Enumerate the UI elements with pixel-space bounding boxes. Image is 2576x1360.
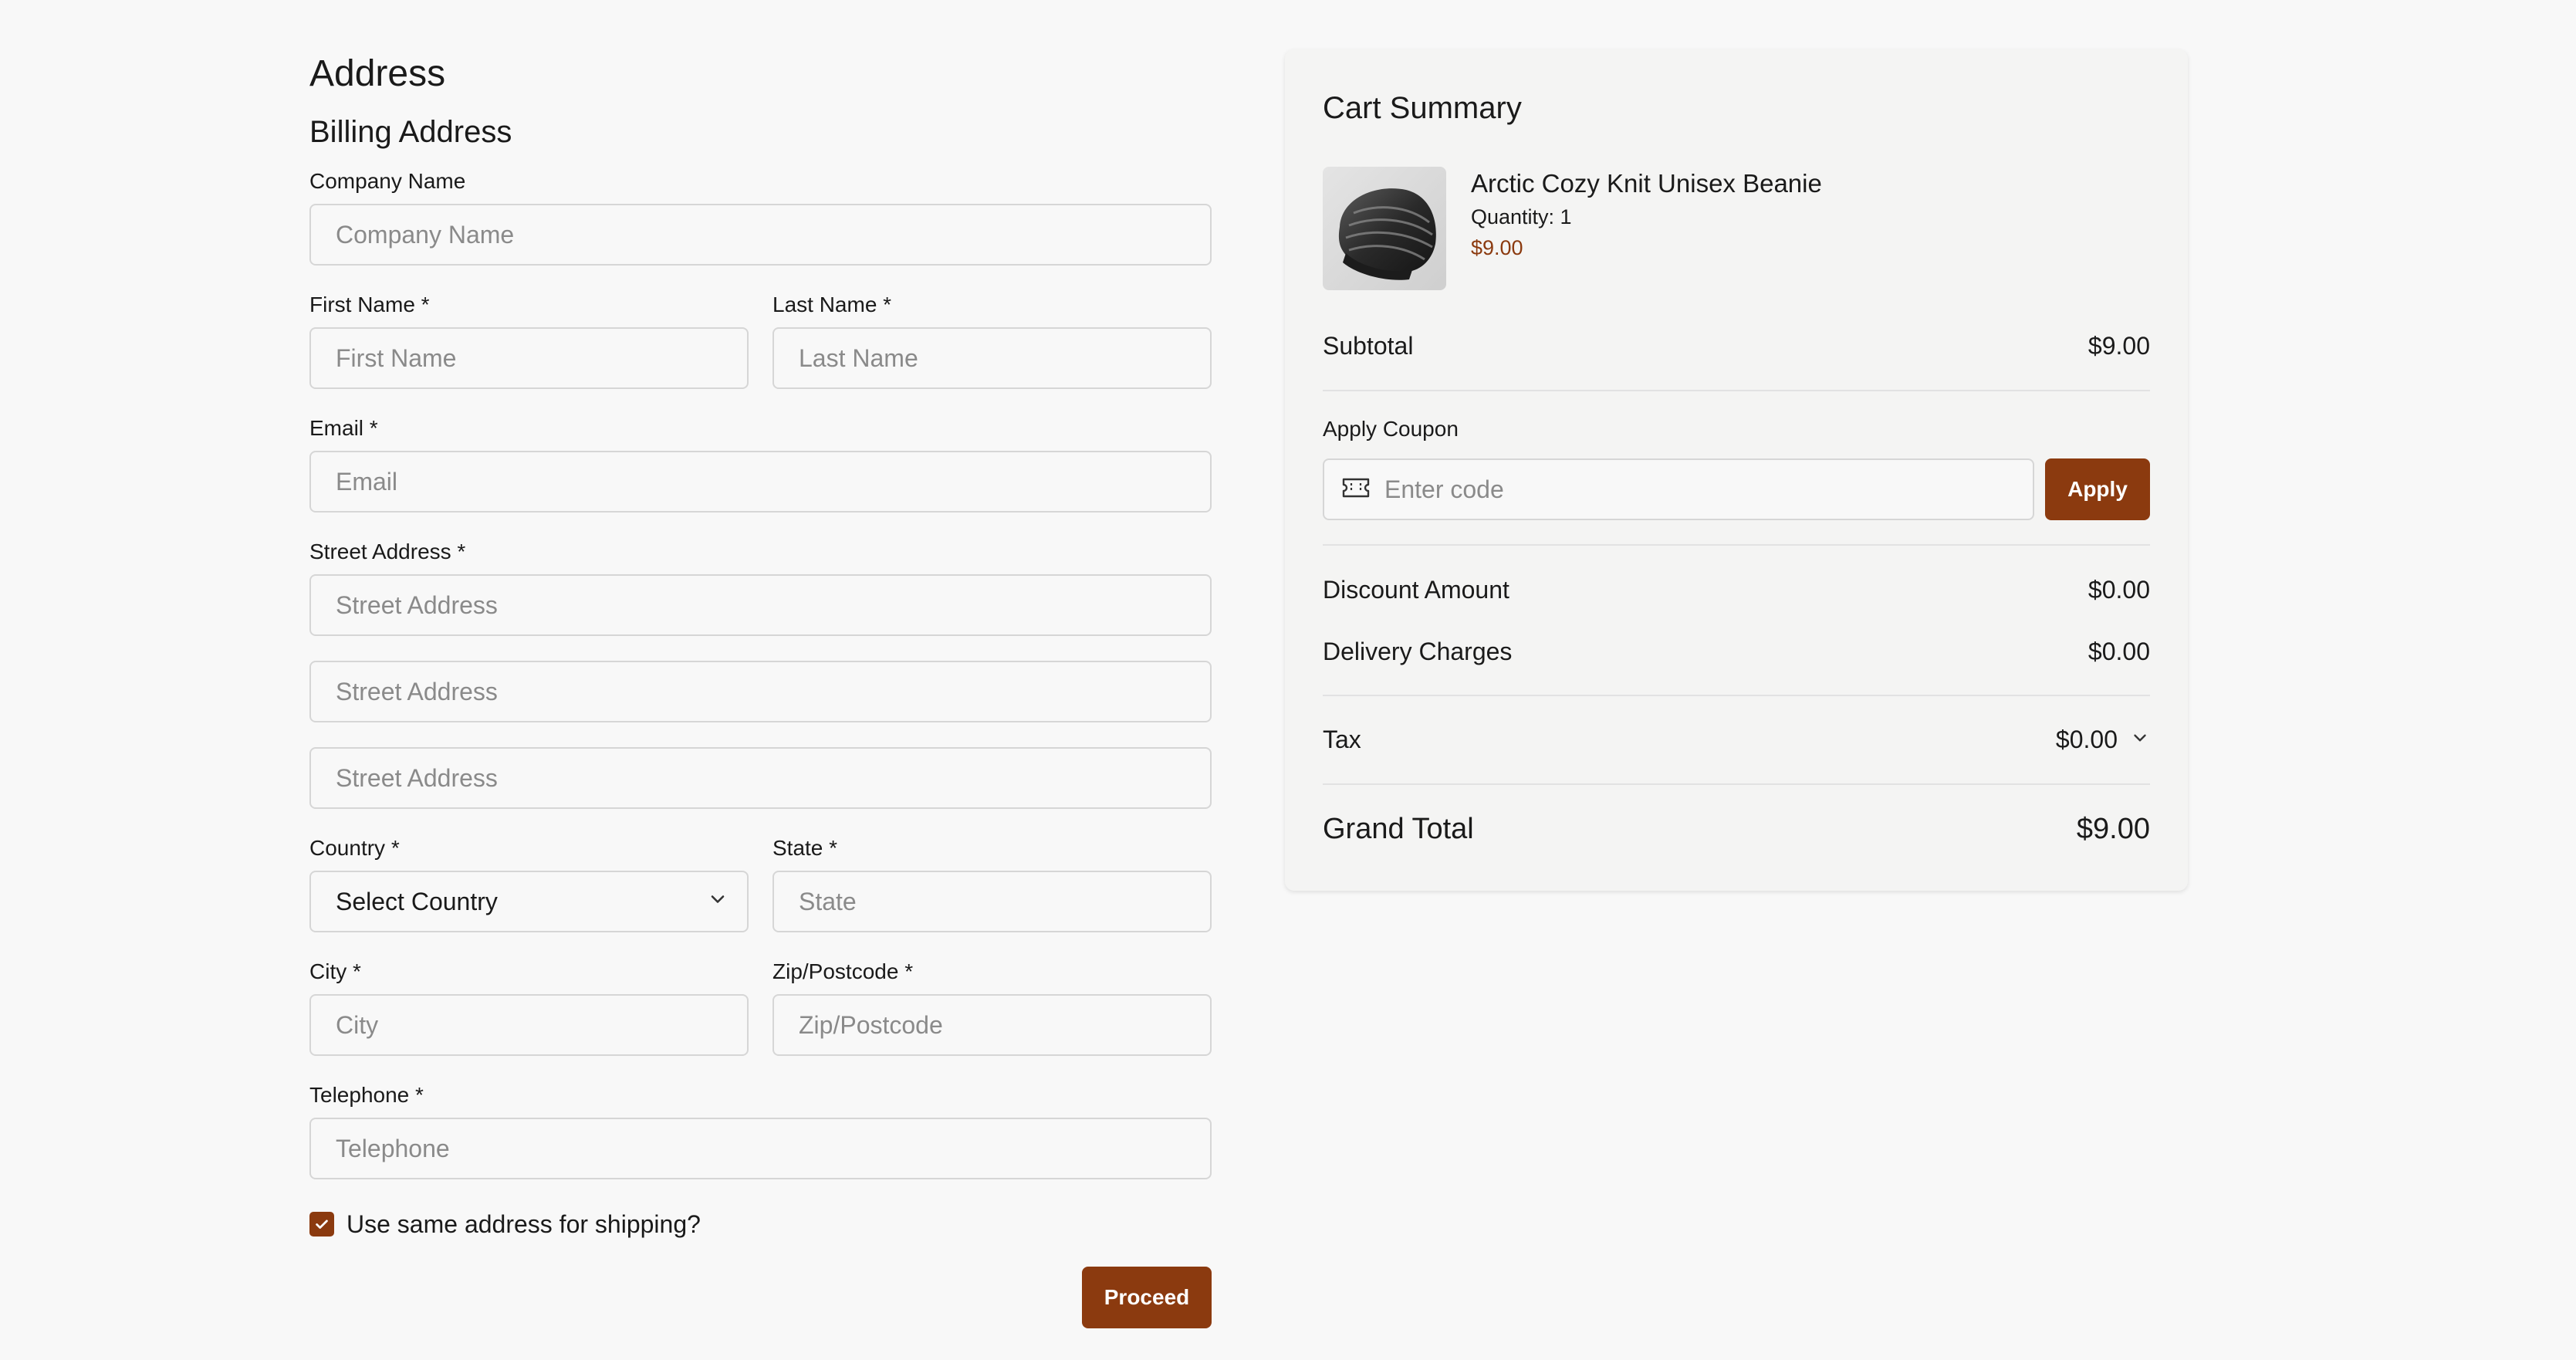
discount-row: Discount Amount $0.00 bbox=[1323, 574, 2150, 605]
zip-postcode-input[interactable] bbox=[772, 994, 1212, 1056]
proceed-button[interactable]: Proceed bbox=[1082, 1267, 1212, 1328]
state-label: State * bbox=[772, 836, 838, 860]
page-title: Address bbox=[309, 53, 446, 94]
grand-total-value: $9.00 bbox=[2076, 813, 2150, 845]
apply-coupon-label: Apply Coupon bbox=[1323, 417, 1459, 441]
email-label: Email * bbox=[309, 416, 378, 440]
same-shipping-label: Use same address for shipping? bbox=[347, 1210, 701, 1238]
zip-postcode-label: Zip/Postcode * bbox=[772, 959, 914, 983]
coupon-code-input[interactable] bbox=[1371, 459, 2033, 519]
tax-value: $0.00 bbox=[2055, 726, 2118, 753]
apply-coupon-button[interactable]: Apply bbox=[2045, 458, 2150, 520]
last-name-label: Last Name * bbox=[772, 293, 892, 316]
state-input[interactable] bbox=[772, 871, 1212, 932]
checkmark-icon bbox=[316, 1220, 328, 1229]
last-name-input[interactable] bbox=[772, 327, 1212, 389]
email-input[interactable] bbox=[309, 451, 1212, 513]
telephone-input[interactable] bbox=[309, 1118, 1212, 1179]
billing-address-heading: Billing Address bbox=[309, 115, 512, 149]
same-shipping-checkbox[interactable] bbox=[309, 1212, 334, 1237]
cart-item-quantity: Quantity: 1 bbox=[1471, 205, 1572, 228]
coupon-field[interactable] bbox=[1323, 458, 2034, 520]
country-label: Country * bbox=[309, 836, 400, 860]
divider bbox=[1323, 783, 2150, 785]
first-name-label: First Name * bbox=[309, 293, 430, 316]
divider bbox=[1323, 695, 2150, 696]
same-shipping-row: Use same address for shipping? bbox=[309, 1209, 701, 1240]
street-address-line1-input[interactable] bbox=[309, 574, 1212, 636]
chevron-down-icon bbox=[707, 888, 729, 916]
delivery-row: Delivery Charges $0.00 bbox=[1323, 636, 2150, 667]
beanie-image bbox=[1323, 167, 1446, 290]
street-address-line2-input[interactable] bbox=[309, 661, 1212, 722]
discount-value: $0.00 bbox=[2088, 576, 2150, 604]
telephone-label: Telephone * bbox=[309, 1083, 424, 1107]
city-label: City * bbox=[309, 959, 361, 983]
subtotal-value: $9.00 bbox=[2088, 332, 2150, 360]
chevron-down-icon[interactable] bbox=[2130, 724, 2150, 755]
divider bbox=[1323, 390, 2150, 391]
delivery-value: $0.00 bbox=[2088, 638, 2150, 665]
city-input[interactable] bbox=[309, 994, 749, 1056]
discount-label: Discount Amount bbox=[1323, 576, 1509, 604]
subtotal-label: Subtotal bbox=[1323, 332, 1414, 360]
delivery-label: Delivery Charges bbox=[1323, 638, 1513, 665]
company-name-input[interactable] bbox=[309, 204, 1212, 266]
cart-summary-title: Cart Summary bbox=[1323, 91, 1522, 125]
divider bbox=[1323, 544, 2150, 546]
first-name-input[interactable] bbox=[309, 327, 749, 389]
country-select[interactable]: Select Country bbox=[309, 871, 749, 932]
subtotal-row: Subtotal $9.00 bbox=[1323, 330, 2150, 361]
country-select-value: Select Country bbox=[336, 887, 498, 915]
cart-item-price: $9.00 bbox=[1471, 236, 1523, 259]
company-name-label: Company Name bbox=[309, 169, 466, 193]
cart-summary-panel: Cart Summary Arctic Cozy Knit Unisex Bea… bbox=[1285, 49, 2188, 891]
street-address-line3-input[interactable] bbox=[309, 747, 1212, 809]
grand-total-label: Grand Total bbox=[1323, 813, 1474, 845]
cart-item-name: Arctic Cozy Knit Unisex Beanie bbox=[1471, 169, 1822, 198]
grand-total-row: Grand Total $9.00 bbox=[1323, 810, 2150, 847]
ticket-icon bbox=[1341, 476, 1371, 503]
tax-row[interactable]: Tax $0.00 bbox=[1323, 724, 2150, 755]
tax-label: Tax bbox=[1323, 726, 1361, 753]
street-address-label: Street Address * bbox=[309, 540, 466, 563]
